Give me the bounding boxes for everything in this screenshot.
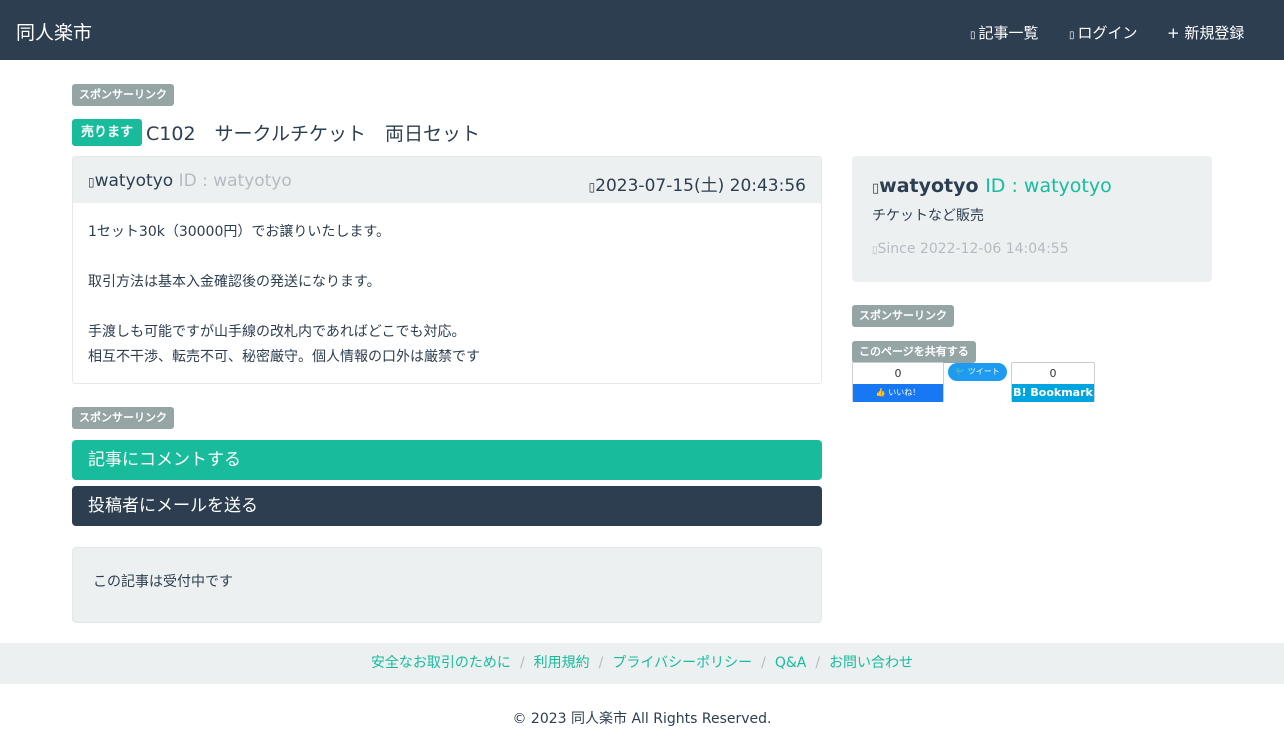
footer-separator: / [598,655,604,671]
twitter-tweet-button[interactable]: 🐦 ツイート [948,363,1007,381]
copyright: © 2023 同人楽市 All Rights Reserved. [512,711,772,727]
facebook-count: 0 [894,367,902,380]
status-text: この記事は受付中です [93,574,233,590]
sponsor-label-top: スポンサーリンク [72,84,174,106]
profile-card: ▯watyotyo ID : watyotyo チケットなど販売 ▯Since … [852,156,1212,282]
profile-id: ID : watyotyo [985,175,1112,197]
facebook-like-label: 👍 いいね！ [853,384,943,402]
footer: 安全なお取引のために / 利用規約 / プライバシーポリシー / Q&A / お問い合わせ [0,643,1284,684]
comment-button[interactable]: 記事にコメントする [72,440,822,480]
post-body-line: 1セット30k（30000円）でお譲りいたします。 [88,224,390,240]
footer-link-safety[interactable]: 安全なお取引のために [371,655,511,671]
nav-register-link[interactable]: + 新規登録 [1167,22,1244,43]
footer-separator: / [761,655,766,671]
sign-in-icon: ▯ [1069,30,1075,41]
footer-separator: / [815,655,821,671]
list-icon: ▯ [970,30,976,41]
post-panel: ▯watyotyo ID : watyotyo ▯2023-07-15(土) 2… [72,156,822,384]
post-body-line [88,297,480,322]
post-author-name: watyotyo [94,171,174,191]
hatena-count: 0 [1049,367,1057,380]
post-date: ▯2023-07-15(土) 20:43:56 [589,171,806,196]
hatena-bookmark-button[interactable]: 0 B! Bookmark [1011,362,1095,402]
mail-button[interactable]: 投稿者にメールを送る [72,486,822,526]
profile-name[interactable]: ▯watyotyo ID : watyotyo [872,175,1112,197]
hatena-bookmark-label: B! Bookmark [1012,384,1094,402]
post-author-id: ID : watyotyo [178,171,292,191]
profile-description: チケットなど販売 [872,208,984,224]
twitter-bird-icon: 🐦 [955,367,966,376]
sponsor-label-side: スポンサーリンク [852,305,954,327]
footer-link-qa[interactable]: Q&A [775,655,807,671]
footer-link-terms[interactable]: 利用規約 [534,655,590,671]
profile-name-text: watyotyo [879,175,979,197]
post-body: 1セット30k（30000円）でお譲りいたします。 取引方法は基本入金確認後の発… [88,222,480,372]
footer-separator: / [519,655,525,671]
sponsor-label-middle: スポンサーリンク [72,407,174,429]
sell-badge: 売ります [72,119,143,146]
post-title: C102 サークルチケット 両日セット [146,123,480,145]
post-title-row: 売ります C102 サークルチケット 両日セット [72,119,480,147]
profile-since: ▯Since 2022-12-06 14:04:55 [872,241,1069,257]
nav-login-label: ログイン [1077,24,1138,42]
post-body-line [88,247,480,272]
post-body-line: 取引方法は基本入金確認後の発送になります。 [88,274,381,290]
nav-login-link[interactable]: ▯ ログイン [1069,22,1138,43]
brand-logo[interactable]: 同人楽市 [16,18,92,45]
facebook-like-button[interactable]: 0 👍 いいね！ [852,362,944,402]
share-label: このページを共有する [852,341,976,363]
post-body-line: 手渡しも可能ですが山手線の改札内であればどこでも対応。 [88,324,466,340]
post-date-text: 2023-07-15(土) 20:43:56 [595,176,806,196]
twitter-tweet-label: ツイート [967,367,1000,376]
post-header: ▯watyotyo ID : watyotyo ▯2023-07-15(土) 2… [73,157,821,203]
user-icon: ▯ [88,175,95,189]
profile-since-text: Since 2022-12-06 14:04:55 [877,241,1069,257]
navbar: 同人楽市 ▯ 記事一覧 ▯ ログイン + 新規登録 [0,0,1284,60]
nav-articles-label: 記事一覧 [978,24,1039,42]
status-well: この記事は受付中です [72,547,822,623]
thumbs-up-icon: 👍 [875,388,886,397]
nav-articles-link[interactable]: ▯ 記事一覧 [970,22,1039,43]
footer-link-privacy[interactable]: プライバシーポリシー [612,655,752,671]
post-author[interactable]: ▯watyotyo ID : watyotyo [88,171,292,191]
post-body-line: 相互不干渉、転売不可、秘密厳守。個人情報の口外は厳禁です [88,349,480,365]
footer-link-contact[interactable]: お問い合わせ [829,655,913,671]
